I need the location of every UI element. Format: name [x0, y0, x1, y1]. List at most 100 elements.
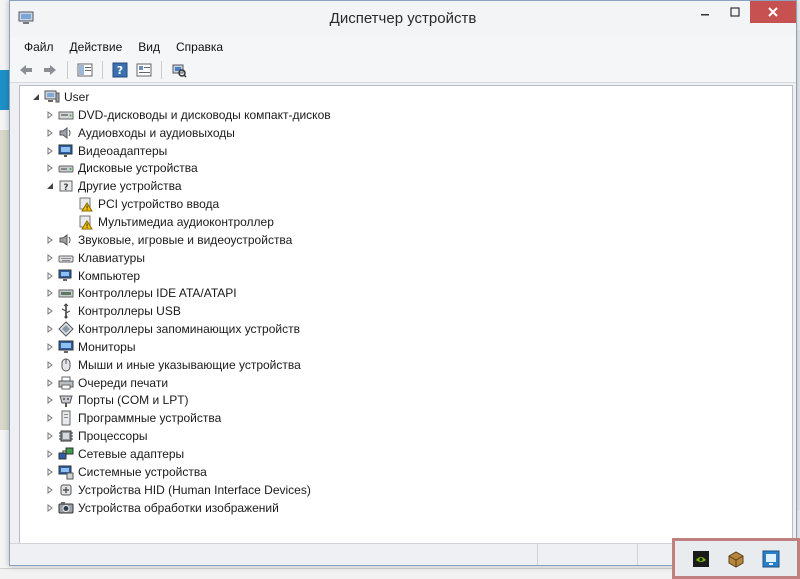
tree-node-2[interactable]: Видеоадаптеры	[44, 142, 167, 160]
hid-icon	[58, 482, 74, 498]
printer-icon	[58, 375, 74, 391]
expand-arrow-icon[interactable]	[44, 394, 56, 406]
properties-button[interactable]	[134, 60, 154, 80]
svg-text:?: ?	[63, 183, 68, 193]
expand-arrow-icon[interactable]	[44, 502, 56, 514]
expand-arrow-icon[interactable]	[44, 145, 56, 157]
toolbar-separator	[102, 60, 103, 79]
expand-arrow-icon[interactable]	[44, 252, 56, 264]
screen-icon	[762, 550, 780, 567]
tree-node-13[interactable]: Мониторы	[44, 338, 135, 356]
expand-arrow-icon[interactable]	[44, 305, 56, 317]
show-hide-console-tree-icon	[77, 63, 93, 76]
disk-drive-icon	[58, 160, 74, 176]
tree-node-label: Другие устройства	[78, 179, 182, 194]
tree-node-label: Устройства HID (Human Interface Devices)	[78, 482, 311, 497]
tree-node-11[interactable]: Контроллеры USB	[44, 302, 181, 320]
tree-node-18[interactable]: Процессоры	[44, 427, 148, 445]
tree-node-4[interactable]: ? Другие устройства	[44, 177, 182, 195]
expand-arrow-icon[interactable]	[44, 234, 56, 246]
expand-arrow-icon[interactable]	[44, 412, 56, 424]
screen-tray-button[interactable]	[762, 550, 780, 568]
tree-node-label: Мыши и иные указывающие устройства	[78, 357, 301, 372]
expand-arrow-icon[interactable]	[44, 377, 56, 389]
tree-node-14[interactable]: Мыши и иные указывающие устройства	[44, 356, 301, 374]
tree-node-12[interactable]: Контроллеры запоминающих устройств	[44, 320, 300, 338]
tree-node-label: Клавиатуры	[78, 250, 145, 265]
tree-node-label: Дисковые устройства	[78, 161, 198, 176]
tree-node-label: Видеоадаптеры	[78, 143, 168, 158]
tree-node-8[interactable]: Клавиатуры	[44, 249, 145, 267]
tree-node-label: Аудиовходы и аудиовыходы	[78, 125, 235, 140]
expand-arrow-icon[interactable]	[44, 323, 56, 335]
scan-hardware-icon	[172, 64, 187, 78]
system-device-icon	[58, 464, 74, 480]
tree-node-1[interactable]: Аудиовходы и аудиовыходы	[44, 124, 235, 142]
toolbar-separator	[67, 60, 68, 79]
menu-file[interactable]: Файл	[16, 40, 62, 54]
forward-button[interactable]	[40, 60, 60, 80]
show-hide-console-tree-button[interactable]	[75, 60, 95, 80]
menu-view[interactable]: Вид	[130, 40, 168, 54]
help-button[interactable]: ?	[110, 60, 130, 80]
expand-arrow-icon[interactable]	[44, 127, 56, 139]
properties-icon	[136, 63, 152, 76]
tree-node-5[interactable]: PCI устройство ввода	[64, 195, 219, 213]
expand-arrow-icon[interactable]	[44, 270, 56, 282]
tree-node-0[interactable]: DVD-дисководы и дисководы компакт-дисков	[44, 106, 331, 124]
tree-node-10[interactable]: Контроллеры IDE ATA/ATAPI	[44, 284, 237, 302]
expand-arrow-icon[interactable]	[44, 430, 56, 442]
tree-node-label: Системные устройства	[78, 464, 207, 479]
tree-node-3[interactable]: Дисковые устройства	[44, 159, 198, 177]
expand-arrow-icon[interactable]	[44, 466, 56, 478]
nvidia-tray-button[interactable]	[692, 550, 710, 568]
scan-hardware-button[interactable]	[169, 60, 189, 80]
tree-node-label: DVD-дисководы и дисководы компакт-дисков	[78, 107, 331, 122]
speaker-icon	[58, 232, 74, 248]
menu-bar: Файл Действие Вид Справка	[10, 37, 796, 57]
tree-node-17[interactable]: Программные устройства	[44, 409, 221, 427]
expand-arrow-icon[interactable]	[44, 109, 56, 121]
close-button[interactable]	[750, 1, 796, 23]
tree-node-16[interactable]: Порты (COM и LPT)	[44, 391, 189, 409]
storage-controller-icon	[58, 321, 74, 337]
tree-node-20[interactable]: Системные устройства	[44, 463, 207, 481]
tree-node-root[interactable]: User	[30, 88, 89, 106]
warning-device-icon	[78, 196, 94, 212]
package-tray-button[interactable]	[727, 550, 745, 568]
tree-node-19[interactable]: Сетевые адаптеры	[44, 445, 184, 463]
back-button[interactable]	[16, 60, 36, 80]
menu-help[interactable]: Справка	[168, 40, 231, 54]
forward-arrow-icon	[44, 64, 56, 75]
nvidia-icon	[692, 550, 709, 567]
collapse-arrow-icon[interactable]	[44, 180, 56, 192]
tree-node-6[interactable]: Мультимедиа аудиоконтроллер	[64, 213, 274, 231]
collapse-arrow-icon[interactable]	[30, 91, 42, 103]
expand-arrow-icon[interactable]	[44, 359, 56, 371]
minimize-button[interactable]	[690, 1, 720, 23]
imaging-device-icon	[58, 500, 74, 516]
tree-node-7[interactable]: Звуковые, игровые и видеоустройства	[44, 231, 292, 249]
dvd-drive-icon	[58, 107, 74, 123]
expand-arrow-icon[interactable]	[44, 484, 56, 496]
menu-action[interactable]: Действие	[62, 40, 131, 54]
expand-arrow-icon[interactable]	[44, 448, 56, 460]
title-bar[interactable]: Диспетчер устройств	[10, 1, 796, 37]
toolbar: ?	[10, 57, 796, 83]
tree-node-22[interactable]: Устройства обработки изображений	[44, 499, 279, 517]
expand-arrow-icon[interactable]	[44, 287, 56, 299]
tree-node-9[interactable]: Компьютер	[44, 267, 140, 285]
tree-node-21[interactable]: Устройства HID (Human Interface Devices)	[44, 481, 311, 499]
tree-node-label: Порты (COM и LPT)	[78, 393, 189, 408]
expand-arrow-icon[interactable]	[44, 162, 56, 174]
status-cell-main	[10, 544, 538, 565]
tree-node-label: Мониторы	[78, 339, 136, 354]
port-icon	[58, 392, 74, 408]
expand-arrow-icon[interactable]	[44, 341, 56, 353]
maximize-button[interactable]	[720, 1, 750, 23]
ide-controller-icon	[58, 285, 74, 301]
tree-node-15[interactable]: Очереди печати	[44, 374, 168, 392]
window-title: Диспетчер устройств	[329, 10, 477, 27]
